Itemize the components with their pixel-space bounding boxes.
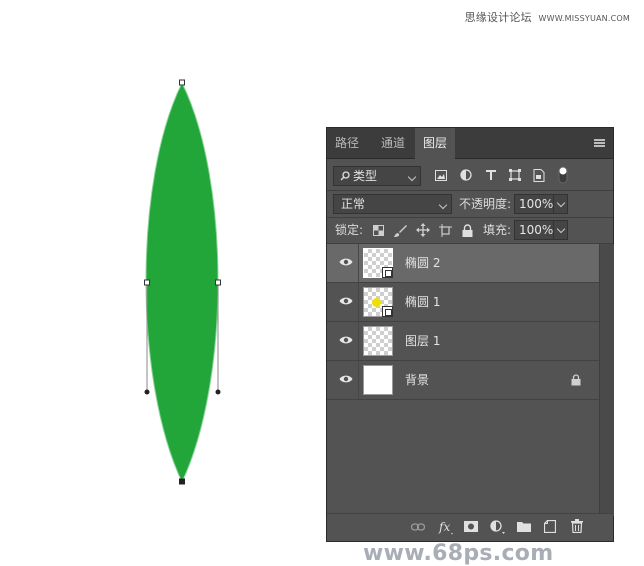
site-watermark-68ps: www.68ps.com	[363, 541, 554, 566]
svg-text:fx: fx	[438, 520, 450, 534]
layer-name[interactable]: 椭圆 1	[405, 283, 440, 322]
handle-point-right[interactable]	[215, 389, 221, 395]
text-icon[interactable]	[485, 169, 497, 181]
tab-channels[interactable]: 通道	[373, 128, 413, 158]
fx-icon[interactable]: fx	[438, 519, 454, 535]
layers-list: 椭圆 2 椭圆 1 图层 1 背景 www.68ps.com	[327, 244, 599, 566]
layer-name[interactable]: 图层 1	[405, 322, 440, 361]
layers-panel: 路径 通道 图层 类型 正常 不透明度: 100% 锁定: 填充: 100% 椭…	[326, 127, 614, 566]
divider	[327, 217, 613, 218]
layer-row-ellipse-1[interactable]: 椭圆 1	[327, 283, 599, 322]
chevron-down-icon	[438, 200, 448, 210]
handle-point-left[interactable]	[144, 389, 150, 395]
chevron-down-icon	[556, 224, 566, 234]
image-icon[interactable]	[435, 170, 447, 181]
vector-shape-icon	[382, 306, 393, 317]
column-divider	[358, 244, 359, 282]
layer-thumbnail	[363, 365, 393, 395]
adjustment-icon[interactable]	[460, 169, 472, 181]
fill-dropdown-button[interactable]	[553, 220, 568, 240]
folder-icon[interactable]	[517, 521, 531, 532]
anchor-point-left[interactable]	[144, 279, 150, 286]
eye-icon[interactable]	[339, 374, 353, 384]
filter-type-value: 类型	[353, 169, 378, 183]
chevron-down-icon	[407, 172, 417, 182]
lock-all-icon[interactable]	[462, 224, 473, 237]
eye-icon[interactable]	[339, 335, 353, 345]
smart-object-icon[interactable]	[533, 169, 545, 182]
lock-transparent-icon[interactable]	[373, 225, 384, 236]
anchor-point-bottom[interactable]	[179, 478, 185, 485]
anchor-point-top[interactable]	[179, 79, 185, 86]
tab-layers[interactable]: 图层	[415, 128, 455, 159]
shape-icon[interactable]	[509, 169, 521, 181]
layer-name[interactable]: 背景	[405, 361, 429, 400]
fill-label: 填充:	[483, 223, 512, 237]
layer-row-ellipse-2[interactable]: 椭圆 2	[327, 244, 599, 283]
tab-paths[interactable]: 路径	[327, 128, 367, 158]
lock-paint-icon[interactable]	[394, 224, 407, 237]
column-divider	[358, 283, 359, 321]
column-divider	[358, 361, 359, 399]
panel-tabs: 路径 通道 图层	[327, 128, 613, 159]
lock-label: 锁定:	[335, 223, 364, 237]
layer-name[interactable]: 椭圆 2	[405, 244, 440, 283]
panel-menu-icon[interactable]	[594, 139, 605, 147]
blend-mode-select[interactable]: 正常	[333, 194, 452, 214]
eye-icon[interactable]	[339, 296, 353, 306]
new-layer-icon[interactable]	[544, 520, 556, 533]
column-divider	[358, 322, 359, 360]
layer-thumbnail	[363, 248, 393, 278]
adjustment-layer-icon[interactable]	[490, 520, 506, 535]
eye-icon[interactable]	[339, 257, 353, 267]
fill-field[interactable]: 100%	[514, 220, 554, 240]
anchor-point-right[interactable]	[215, 279, 221, 286]
lock-move-icon[interactable]	[416, 223, 430, 237]
lock-icon[interactable]	[571, 374, 581, 386]
layer-thumbnail	[363, 287, 393, 317]
opacity-field[interactable]: 100%	[514, 194, 554, 214]
opacity-label: 不透明度:	[459, 197, 512, 211]
thumbnail-content	[372, 298, 381, 307]
vector-shape-icon	[382, 267, 393, 278]
layer-row-layer-1[interactable]: 图层 1	[327, 322, 599, 361]
divider	[327, 190, 613, 191]
lock-artboard-icon[interactable]	[439, 224, 452, 237]
filter-toggle-icon[interactable]	[558, 166, 568, 184]
layers-bottom-toolbar: fx	[327, 513, 613, 541]
chevron-down-icon	[556, 198, 566, 208]
blend-mode-value: 正常	[341, 197, 366, 211]
link-icon[interactable]	[411, 522, 425, 532]
trash-icon[interactable]	[571, 519, 583, 533]
layer-row-background[interactable]: 背景	[327, 361, 599, 400]
layers-scrollbar[interactable]	[599, 244, 614, 516]
search-icon	[340, 171, 350, 181]
filter-type-select[interactable]: 类型	[333, 166, 421, 186]
layer-thumbnail	[363, 326, 393, 356]
leaf-shape[interactable]	[145, 81, 219, 484]
mask-icon[interactable]	[464, 521, 478, 532]
opacity-dropdown-button[interactable]	[553, 194, 568, 214]
